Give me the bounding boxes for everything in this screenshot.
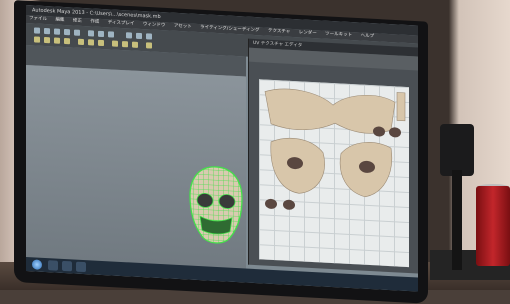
taskbar-browser-icon[interactable] [62, 260, 72, 272]
menu-display[interactable]: ディスプレイ [108, 20, 135, 26]
camera-post [452, 170, 462, 270]
menu-window[interactable]: ウィンドウ [143, 22, 166, 28]
scale-tool-icon[interactable] [74, 29, 80, 36]
taskbar-explorer-icon[interactable] [48, 260, 58, 271]
render-settings-icon[interactable] [146, 33, 152, 40]
move-tool-icon[interactable] [54, 28, 60, 35]
menu-create[interactable]: 作成 [90, 19, 99, 24]
rotate-tool-icon[interactable] [64, 28, 70, 36]
windows-start-icon[interactable] [32, 259, 42, 270]
render-icon[interactable] [126, 32, 132, 39]
shelf-polygon-cylinder-icon[interactable] [54, 37, 60, 44]
menu-toolkit[interactable]: ツールキット [325, 32, 352, 38]
mask-model[interactable] [188, 163, 244, 252]
snap-grid-icon[interactable] [88, 30, 94, 37]
shelf-polygon-plane-icon[interactable] [64, 37, 70, 45]
menu-modify[interactable]: 修正 [73, 18, 82, 23]
uv-texture-editor[interactable]: UV テクスチャ エディタ [248, 38, 418, 274]
menu-edit[interactable]: 編集 [55, 18, 64, 23]
uv-grid[interactable] [259, 79, 409, 268]
menu-help[interactable]: ヘルプ [361, 34, 375, 40]
menu-texturing[interactable]: テクスチャ [268, 29, 290, 35]
snap-point-icon[interactable] [108, 31, 114, 38]
shelf-polygon-cube-icon[interactable] [34, 36, 40, 43]
taskbar-maya-icon[interactable] [76, 261, 86, 273]
shelf-bevel-icon[interactable] [88, 39, 94, 46]
camera-head [440, 124, 474, 176]
menu-assets[interactable]: アセット [174, 24, 192, 30]
shelf-smooth-icon[interactable] [122, 41, 128, 48]
select-tool-icon[interactable] [34, 27, 40, 34]
ipr-render-icon[interactable] [136, 32, 142, 40]
shelf-extrude-icon[interactable] [78, 38, 84, 46]
3d-viewport[interactable] [26, 65, 246, 283]
shelf-sculpt-icon[interactable] [146, 42, 152, 49]
shelf-uv-icon[interactable] [112, 40, 118, 47]
lasso-tool-icon[interactable] [44, 27, 50, 35]
shelf-merge-icon[interactable] [98, 39, 104, 47]
menu-file[interactable]: ファイル [29, 16, 47, 22]
monitor-screen: Autodesk Maya 2013 - C:\Users\...\scenes… [26, 5, 418, 292]
menu-render[interactable]: レンダー [299, 30, 317, 36]
uv-shells[interactable] [259, 79, 409, 267]
snap-curve-icon[interactable] [98, 30, 104, 38]
shelf-mirror-icon[interactable] [132, 41, 138, 48]
shelf-polygon-sphere-icon[interactable] [44, 36, 50, 44]
drink-can [476, 186, 510, 266]
